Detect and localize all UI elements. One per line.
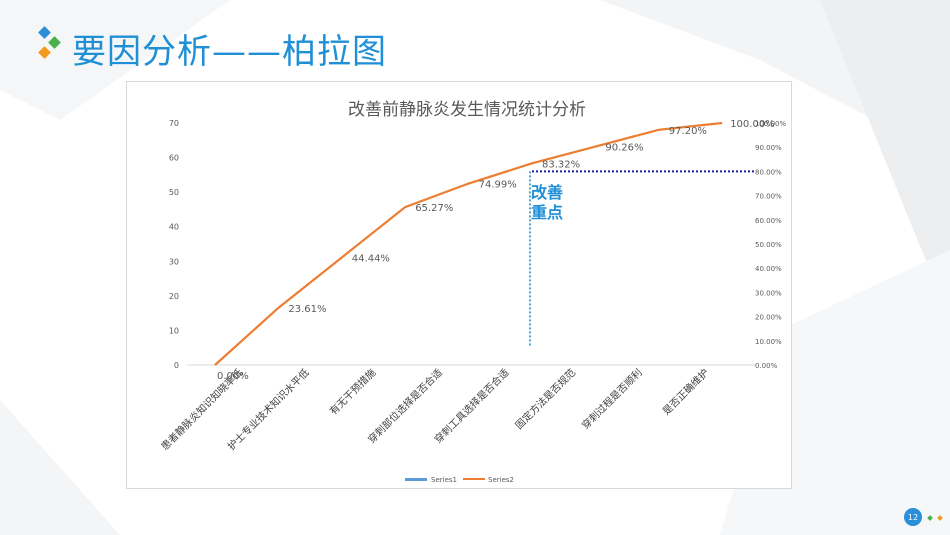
left-axis-tick-label: 0 [174,361,179,370]
left-axis-tick-label: 30 [169,257,179,266]
right-axis-tick-label: 40.00% [755,265,782,273]
series2-data-label: 83.32% [542,159,580,170]
series2-data-label: 97.20% [669,126,707,137]
right-axis-tick-label: 50.00% [755,241,782,249]
page-dots-icon [927,515,943,521]
series2-data-label: 100.00% [730,119,775,130]
series2-data-label: 23.61% [288,304,326,315]
title-logo-icon [38,26,61,59]
left-axis-tick-label: 10 [169,326,179,335]
series2-data-label: 74.99% [479,180,517,191]
series2-data-label: 90.26% [605,143,643,154]
chart-title: 改善前静脉炎发生情况统计分析 [348,100,586,120]
left-axis-tick-label: 60 [169,154,179,163]
right-axis-tick-label: 0.00% [755,362,778,370]
series2-line [214,121,723,366]
pareto-chart: 改善前静脉炎发生情况统计分析 0 10 20 30 40 50 60 70 0.00% 10.00%… [126,81,792,489]
right-axis-tick-label: 90.00% [755,144,782,152]
left-axis-tick-label: 40 [169,223,179,232]
category-tick-label: 穿刺部位选择是否合适 [365,366,445,446]
chart-canvas: 改善前静脉炎发生情况统计分析 0 10 20 30 40 50 60 70 0.00% 10.00%… [158,100,786,484]
right-axis-tick-label: 20.00% [755,314,782,322]
right-axis-tick-label: 60.00% [755,217,782,225]
left-axis-tick-label: 70 [169,119,179,128]
series2-data-label: 0.00% [217,371,249,382]
right-axis-tick-label: 30.00% [755,289,782,297]
category-tick-label: 固定方法是否规范 [512,366,578,432]
category-tick-label: 穿刺工具选择是否合适 [432,366,512,446]
legend-series2-label: Series2 [488,476,514,484]
legend-series1-label: Series1 [431,476,457,484]
category-tick-label: 是否正确维护 [660,366,712,418]
annotation-text: 重点 [531,203,563,222]
left-axis-tick-label: 20 [169,292,179,301]
slide-title: 要因分析——柏拉图 [72,32,387,72]
legend-series1-swatch [405,478,427,481]
right-axis-tick-label: 80.00% [755,168,782,176]
series2-data-label: 44.44% [352,253,390,264]
right-axis-tick-label: 10.00% [755,338,782,346]
annotation-text: 改善 [531,183,563,202]
left-axis-tick-label: 50 [169,188,179,197]
page-number-badge: 12 [904,508,922,526]
category-tick-label: 有无干预措施 [327,366,379,418]
right-axis-tick-label: 70.00% [755,193,782,201]
category-tick-label: 穿刺过程是否顺利 [579,366,645,432]
series2-data-label: 65.27% [415,203,453,214]
